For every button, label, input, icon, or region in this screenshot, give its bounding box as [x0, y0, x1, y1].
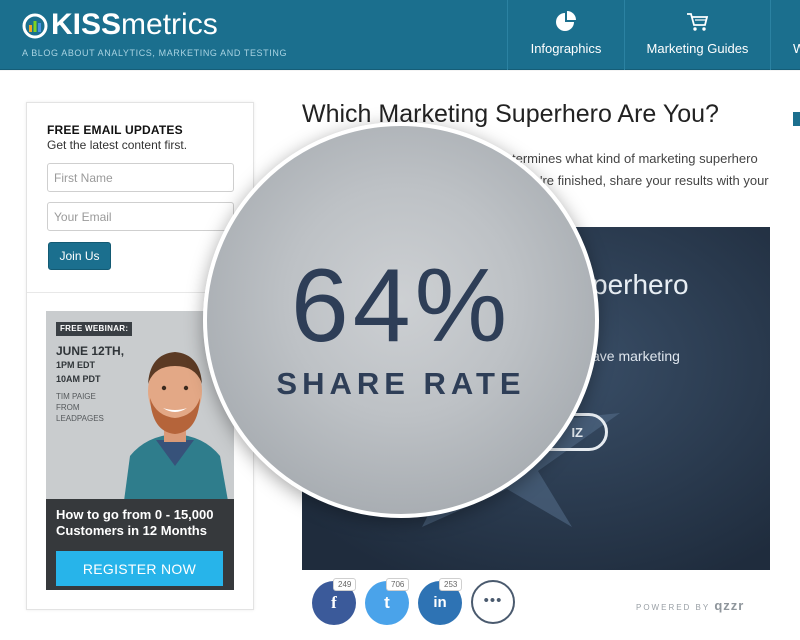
- nav-item-partial[interactable]: W: [770, 0, 800, 70]
- speaker-from: FROM: [56, 403, 80, 412]
- twitter-icon: t: [384, 593, 390, 612]
- page: KISSmetrics A BLOG ABOUT ANALYTICS, MARK…: [0, 0, 800, 640]
- logo-light-text: metrics: [121, 8, 218, 41]
- edge-widget[interactable]: [793, 112, 800, 126]
- facebook-icon: f: [331, 593, 337, 612]
- more-share-button[interactable]: •••: [471, 580, 515, 624]
- twitter-share-count: 706: [386, 578, 410, 591]
- site-logo[interactable]: KISSmetrics: [22, 10, 218, 40]
- email-field[interactable]: [47, 202, 234, 231]
- speaker-name: TIM PAIGE: [56, 392, 96, 401]
- pie-chart-icon: [554, 10, 578, 34]
- webinar-speaker: TIM PAIGE FROM LEADPAGES: [56, 391, 104, 424]
- share-rate-value: 64%: [290, 248, 512, 364]
- logo-bold-text: KISS: [51, 8, 122, 41]
- share-rate-magnifier: 64% SHARE RATE: [203, 122, 599, 518]
- quiz-description: ave marketing: [592, 348, 680, 364]
- register-now-button[interactable]: REGISTER NOW: [56, 551, 223, 586]
- join-us-button[interactable]: Join Us: [48, 242, 111, 270]
- webinar-time-pdt: 10AM PDT: [56, 374, 101, 384]
- site-header: KISSmetrics A BLOG ABOUT ANALYTICS, MARK…: [0, 0, 800, 70]
- webinar-headline: How to go from 0 - 15,000 Customers in 1…: [56, 507, 214, 538]
- logo-text: KISSmetrics: [51, 10, 218, 40]
- site-tagline: A BLOG ABOUT ANALYTICS, MARKETING AND TE…: [22, 48, 288, 58]
- email-updates-subtitle: Get the latest content first.: [47, 138, 188, 152]
- nav-item-infographics[interactable]: Infographics: [507, 0, 624, 70]
- webinar-time-edt: 1PM EDT: [56, 360, 96, 370]
- nav-label: Infographics: [530, 41, 602, 56]
- nav-item-marketing-guides[interactable]: Marketing Guides: [624, 0, 770, 70]
- speaker-company: LEADPAGES: [56, 414, 104, 423]
- powered-by-text: POWERED BY: [636, 603, 711, 612]
- email-updates-title: FREE EMAIL UPDATES: [47, 123, 183, 137]
- webinar-badge: FREE WEBINAR:: [56, 322, 133, 336]
- webinar-date: JUNE 12TH, 1PM EDT 10AM PDT: [56, 344, 124, 386]
- nav-label: W: [793, 41, 800, 56]
- linkedin-share-count: 253: [439, 578, 463, 591]
- webinar-bottom-panel: How to go from 0 - 15,000 Customers in 1…: [46, 499, 234, 590]
- powered-by-qzzr[interactable]: POWERED BY qzzr: [636, 598, 744, 613]
- linkedin-icon: in: [433, 594, 447, 611]
- nav-label: Marketing Guides: [646, 41, 749, 56]
- webinar-date-day: JUNE 12TH,: [56, 344, 125, 358]
- logo-chart-icon: [22, 12, 48, 39]
- facebook-share-count: 249: [333, 578, 357, 591]
- qzzr-logo: qzzr: [714, 598, 745, 613]
- shopping-cart-icon: [686, 10, 710, 34]
- quiz-title: perhero: [592, 269, 689, 300]
- first-name-field[interactable]: [47, 163, 234, 192]
- more-icon: •••: [483, 592, 503, 609]
- share-rate-label: SHARE RATE: [276, 366, 526, 401]
